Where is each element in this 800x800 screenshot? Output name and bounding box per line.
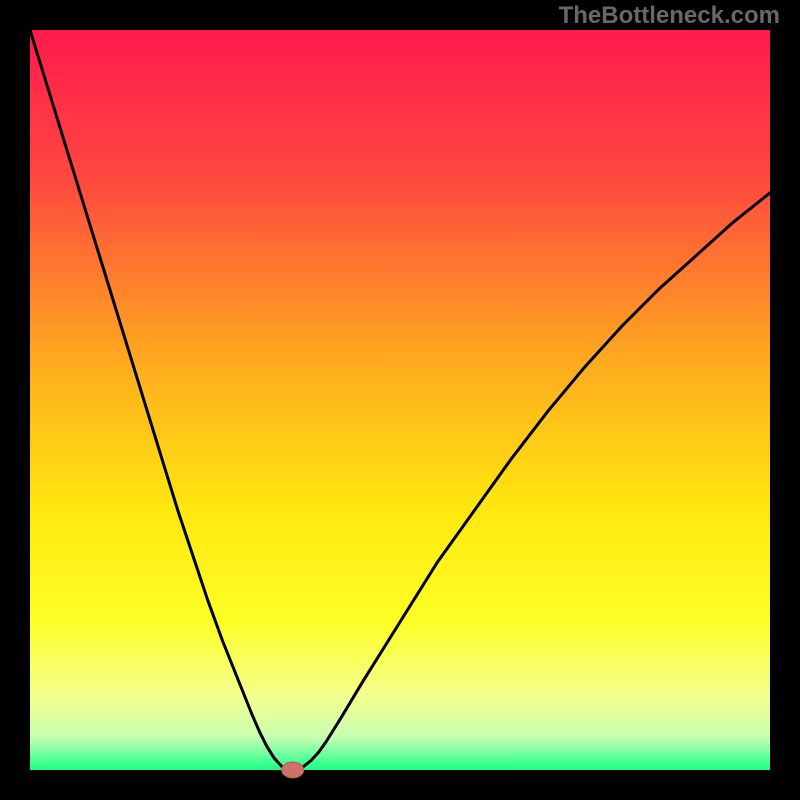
bottleneck-chart	[0, 0, 800, 800]
chart-frame: TheBottleneck.com	[0, 0, 800, 800]
optimum-marker-icon	[282, 762, 304, 778]
plot-background	[30, 30, 770, 770]
